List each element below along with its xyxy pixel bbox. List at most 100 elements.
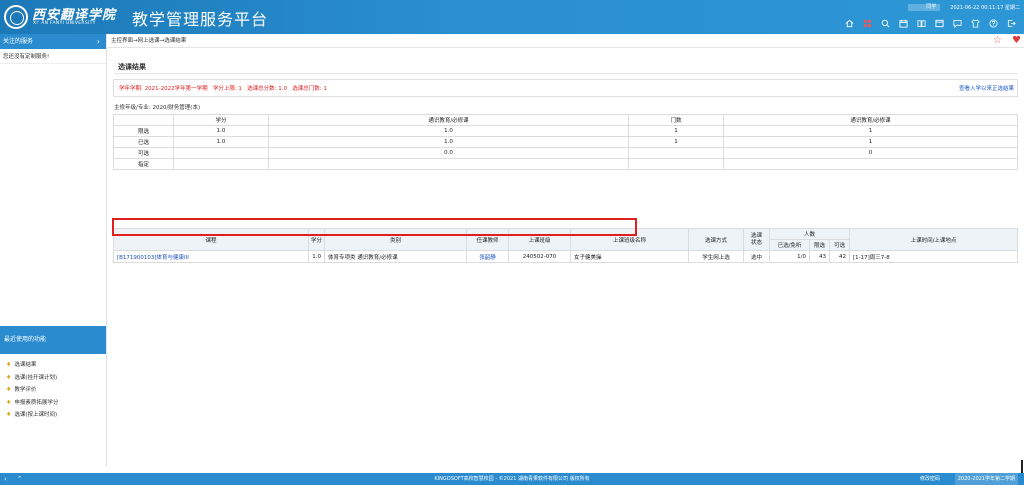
summary-credit xyxy=(173,158,269,170)
recent-item-teaching-evaluation[interactable]: ♦ 教学评价 xyxy=(0,384,106,397)
term-info-text: 学年学期: 2021-2022学年第一学期 学分上限: 1 选课总分数: 1.0… xyxy=(119,86,327,92)
col-class-code: 上课班级 xyxy=(508,228,571,251)
grade-major-text: 主修年级/专业: 2020/财务管理(本) xyxy=(114,105,201,111)
current-term-text: 2020-2021学年第二学期 xyxy=(954,473,1018,485)
app-header: 西安翻译学院 XI' AN FANYI UNIVERSITY 教学管理服务平台 … xyxy=(0,0,1024,34)
university-logo: 西安翻译学院 XI' AN FANYI UNIVERSITY xyxy=(4,3,116,31)
scrollbar[interactable] xyxy=(1021,460,1023,474)
change-password-link[interactable]: 修改密码 xyxy=(920,473,940,485)
summary-credit: 1.0 xyxy=(173,136,269,148)
followed-services-label: 关注的服务 xyxy=(3,38,34,45)
logout-icon[interactable] xyxy=(1007,19,1016,28)
app-footer: ‹ ⌃ KINGOSOFT高校智慧校园 - ©2021 湖南青果软件有限公司 版… xyxy=(0,473,1024,485)
summary-row-label: 已选 xyxy=(113,136,174,148)
col-people: 人数 xyxy=(769,228,850,240)
summary-cat-a xyxy=(268,158,629,170)
recent-item-label: 教学评价 xyxy=(14,387,37,393)
grid-icon[interactable] xyxy=(863,19,872,28)
summary-row: 指定 xyxy=(113,158,1018,170)
summary-count: 1 xyxy=(628,136,724,148)
no-services-text: 您还没有定制服务! xyxy=(0,49,106,64)
logo-english-name: XI' AN FANYI UNIVERSITY xyxy=(33,21,96,26)
cell-class-name: 女子健美操 xyxy=(570,250,689,263)
breadcrumb: 主控界面→网上选课→选课结果 ☆ ♥ xyxy=(108,34,1024,48)
summary-row: 可选 0.0 0 xyxy=(113,147,1018,159)
bullet-icon: ♦ xyxy=(6,373,12,381)
bullet-icon: ♦ xyxy=(6,386,12,393)
view-all-results-link[interactable]: 查看入学以来正选结果 xyxy=(959,80,1014,98)
col-selected-cap: 已选/免听 xyxy=(769,239,810,251)
summary-count xyxy=(628,147,724,159)
recent-functions-list: ♦ 选课结果 ♦ 选课(挂开课计划) ♦ 教学评价 ♦ 申报素质拓展学分 ♦ 选课(按上课… xyxy=(0,359,106,422)
help-icon[interactable] xyxy=(989,19,998,28)
summary-row-label: 指定 xyxy=(113,158,174,170)
recent-item-course-result[interactable]: ♦ 选课结果 xyxy=(0,359,106,372)
col-method: 选课方式 xyxy=(688,228,744,251)
star-icon[interactable]: ☆ xyxy=(993,35,1002,46)
search-icon[interactable] xyxy=(881,19,890,28)
university-emblem-icon xyxy=(4,5,28,29)
table-row[interactable]: [B171900103]体育与健康III 1.0 体育专项类 通识教育/必修课 … xyxy=(113,250,1018,263)
copyright-text: KINGOSOFT高校智慧校园 - ©2021 湖南青果软件有限公司 版权所有 xyxy=(434,476,590,482)
recent-item-label: 申报素质拓展学分 xyxy=(14,399,59,406)
heart-icon[interactable]: ♥ xyxy=(1012,35,1021,46)
cell-credit: 1.0 xyxy=(308,250,325,263)
summary-cat-a: 0.0 xyxy=(268,147,629,159)
cell-limit: 43 xyxy=(809,250,830,263)
platform-title: 教学管理服务平台 xyxy=(132,10,269,29)
main-content: 主控界面→网上选课→选课结果 ☆ ♥ 选课结果 学年学期: 2021-2022学… xyxy=(108,34,1024,467)
recent-item-course-select-time[interactable]: ♦ 选课(按上课时间) xyxy=(0,409,106,422)
summary-count xyxy=(628,158,724,170)
cell-selected-cap: 1/0 xyxy=(769,250,810,263)
recent-item-quality-credit[interactable]: ♦ 申报素质拓展学分 xyxy=(0,397,106,410)
col-class-name: 上课班级名称 xyxy=(570,228,689,251)
calendar-icon[interactable] xyxy=(899,19,908,28)
term-info-box: 学年学期: 2021-2022学年第一学期 学分上限: 1 选课总分数: 1.0… xyxy=(113,79,1018,97)
summary-count: 1 xyxy=(628,125,724,137)
summary-cat-b xyxy=(723,158,1018,170)
summary-header-category-a: 通识教育/必修课 xyxy=(268,114,629,126)
summary-credit xyxy=(173,147,269,159)
course-header-row: 课程 学分 类别 任课教师 上课班级 上课班级名称 选课方式 选课 状态 人数 … xyxy=(113,228,1018,251)
summary-credit: 1.0 xyxy=(173,125,269,137)
summary-header-category-b: 通识教育/必修课 xyxy=(723,114,1018,126)
teacher-link[interactable]: 张韶静 xyxy=(479,255,496,261)
cell-available: 42 xyxy=(829,250,850,263)
header-toolbar xyxy=(836,19,1016,28)
recent-item-label: 选课(挂开课计划) xyxy=(14,374,58,381)
message-icon[interactable] xyxy=(953,19,962,28)
cell-method: 学生网上选 xyxy=(688,250,744,263)
recent-item-label: 选课结果 xyxy=(14,362,37,368)
credit-summary-table: 学分 通识教育/必修课 门数 通识教育/必修课 限选 1.0 1.0 1 1 已… xyxy=(113,114,1018,170)
summary-cat-b: 1 xyxy=(723,125,1018,137)
chevron-right-icon[interactable]: › xyxy=(97,34,100,49)
home-icon[interactable] xyxy=(845,19,854,28)
col-teacher: 任课教师 xyxy=(466,228,509,251)
summary-row: 限选 1.0 1.0 1 1 xyxy=(113,125,1018,137)
summary-row: 已选 1.0 1.0 1 1 xyxy=(113,136,1018,148)
col-time-place: 上课时间/上课地点 xyxy=(849,228,1018,251)
recent-item-course-select-plan[interactable]: ♦ 选课(挂开课计划) xyxy=(0,372,106,385)
window-icon[interactable] xyxy=(935,19,944,28)
course-link[interactable]: [B171900103]体育与健康III xyxy=(117,255,189,261)
summary-cat-b: 1 xyxy=(723,136,1018,148)
col-course: 课程 xyxy=(113,228,309,251)
user-name[interactable]: 同学 xyxy=(908,3,941,11)
summary-row-label: 可选 xyxy=(113,147,174,159)
col-status: 选课 状态 xyxy=(743,228,770,251)
cell-time-place: [1-17]周三7-8 xyxy=(849,250,1018,263)
summary-header-count: 门数 xyxy=(628,114,724,126)
recent-item-label: 选课(按上课时间) xyxy=(14,412,58,418)
summary-cat-a: 1.0 xyxy=(268,136,629,148)
bullet-icon: ♦ xyxy=(6,361,12,368)
col-available: 可选 xyxy=(829,239,850,251)
shirt-icon[interactable] xyxy=(971,19,980,28)
sidebar: 关注的服务 › 您还没有定制服务! 最近使用的功能 ♦ 选课结果 ♦ 选课(挂开课计… xyxy=(0,34,107,467)
followed-services-header[interactable]: 关注的服务 › xyxy=(0,34,106,49)
summary-cat-a: 1.0 xyxy=(268,125,629,137)
current-datetime: 2021-06-22 00:11:17 星期二 xyxy=(950,4,1020,11)
summary-row-label: 限选 xyxy=(113,125,174,137)
book-icon[interactable] xyxy=(917,19,926,28)
col-limit: 限选 xyxy=(809,239,830,251)
cell-status: 选中 xyxy=(743,250,770,263)
